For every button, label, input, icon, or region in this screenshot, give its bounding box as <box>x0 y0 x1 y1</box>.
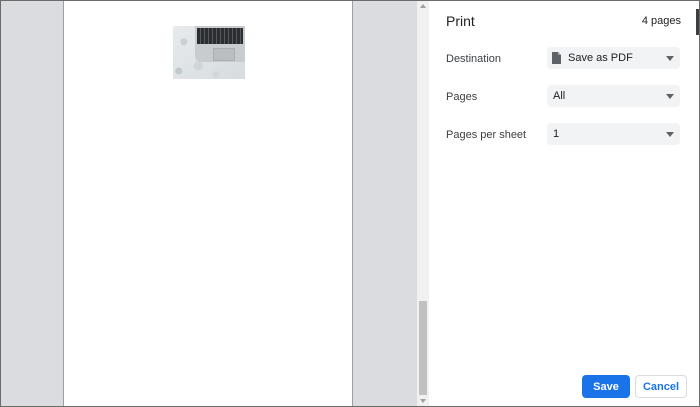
trackpad-image <box>213 48 235 61</box>
chevron-down-icon <box>666 94 674 99</box>
preview-page <box>63 1 353 406</box>
chevron-down-icon <box>666 56 674 61</box>
pages-label: Pages <box>446 91 478 103</box>
pages-select[interactable]: All <box>547 85 680 107</box>
laptop-image-thumbnail <box>173 26 245 79</box>
document-icon <box>552 52 561 64</box>
save-button[interactable]: Save <box>582 375 630 398</box>
scrollbar-thumb[interactable] <box>419 301 427 395</box>
print-preview-area <box>1 1 417 406</box>
preview-scrollbar[interactable] <box>417 1 429 406</box>
destination-select[interactable]: Save as PDF <box>547 47 680 69</box>
print-dialog: Print 4 pages Destination Save as PDF Pa… <box>0 0 700 407</box>
pages-per-sheet-select[interactable]: 1 <box>547 123 680 145</box>
destination-label: Destination <box>446 53 502 65</box>
chevron-down-icon <box>666 132 674 137</box>
print-title: Print <box>446 13 475 29</box>
panel-scrollbar-edge <box>696 9 699 35</box>
destination-value: Save as PDF <box>568 52 633 64</box>
cancel-button[interactable]: Cancel <box>635 375 687 398</box>
print-settings-panel: Print 4 pages Destination Save as PDF Pa… <box>429 1 699 406</box>
keyboard-image <box>197 28 243 44</box>
scroll-down-icon[interactable] <box>420 399 426 403</box>
page-count: 4 pages <box>641 15 681 27</box>
pages-per-sheet-value: 1 <box>553 128 560 140</box>
pages-per-sheet-label: Pages per sheet <box>446 129 527 141</box>
scroll-up-icon[interactable] <box>420 4 426 8</box>
pages-value: All <box>553 90 566 102</box>
